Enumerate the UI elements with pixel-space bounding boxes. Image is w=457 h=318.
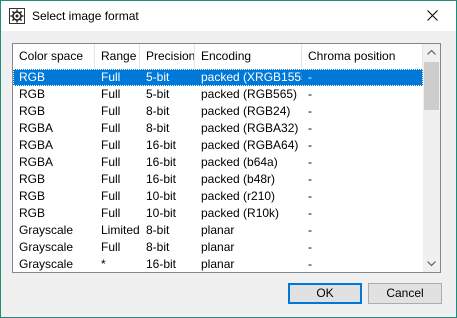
table-row[interactable]: RGBA Full 8-bit packed (RGBA32) - [13,120,423,137]
cell-color-space: RGBA [19,121,54,135]
cell-precision: 8-bit [146,240,170,254]
cell-encoding: packed (RGB24) [201,104,291,118]
table-row[interactable]: RGB Full 5-bit packed (XRGB1555) - [13,69,423,86]
column-header-chroma-position[interactable]: Chroma position [302,44,423,68]
format-list[interactable]: Color space Range Precision Encoding Chr… [12,43,441,273]
cell-color-space: RGBA [19,155,54,169]
cell-range: Full [101,189,121,203]
table-row[interactable]: RGB Full 10-bit packed (r210) - [13,188,423,205]
table-row[interactable]: RGB Full 8-bit packed (RGB24) - [13,103,423,120]
cell-encoding: packed (RGBA32) [201,121,299,135]
column-header-range[interactable]: Range [95,44,140,68]
cell-chroma-position: - [308,121,312,135]
scroll-up-button[interactable] [423,44,440,61]
cell-precision: 16-bit [146,155,177,169]
cell-chroma-position: - [308,206,312,220]
cell-range: Full [101,172,121,186]
cell-color-space: RGB [19,206,46,220]
cell-chroma-position: - [308,138,312,152]
cancel-button[interactable]: Cancel [368,283,442,304]
cell-chroma-position: - [308,172,312,186]
cell-precision: 8-bit [146,104,170,118]
cell-encoding: packed (b48r) [201,172,276,186]
list-header: Color space Range Precision Encoding Chr… [13,44,423,68]
cell-chroma-position: - [308,257,312,271]
cell-range: Limited [101,223,140,237]
table-row[interactable]: Grayscale * 16-bit planar - [13,256,423,272]
cell-chroma-position: - [308,223,312,237]
cell-precision: 16-bit [146,257,177,271]
gear-icon [9,8,25,24]
scrollbar-thumb[interactable] [424,62,439,110]
close-icon [427,10,438,21]
cell-range: * [101,257,106,271]
cell-chroma-position: - [308,189,312,203]
cell-precision: 10-bit [146,206,177,220]
table-row[interactable]: RGB Full 16-bit packed (b48r) - [13,171,423,188]
cell-precision: 16-bit [146,138,177,152]
table-row[interactable]: RGB Full 5-bit packed (RGB565) - [13,86,423,103]
cell-color-space: RGBA [19,138,54,152]
cell-encoding: packed (r210) [201,189,276,203]
cell-color-space: RGB [19,70,46,84]
cell-range: Full [101,104,121,118]
select-image-format-dialog: Select image format Color space Range Pr… [0,0,457,318]
cell-color-space: RGB [19,172,46,186]
cell-chroma-position: - [308,240,312,254]
cell-chroma-position: - [308,155,312,169]
cell-color-space: Grayscale [19,240,74,254]
cell-precision: 5-bit [146,87,170,101]
cell-chroma-position: - [308,70,312,84]
chevron-up-icon [427,50,436,55]
cell-color-space: RGB [19,104,46,118]
table-row[interactable]: Grayscale Limited 8-bit planar - [13,222,423,239]
cell-precision: 10-bit [146,189,177,203]
cell-range: Full [101,87,121,101]
table-row[interactable]: RGB Full 10-bit packed (R10k) - [13,205,423,222]
cell-precision: 8-bit [146,121,170,135]
cell-range: Full [101,206,121,220]
cell-encoding: planar [201,223,235,237]
cell-color-space: RGB [19,189,46,203]
window-title: Select image format [32,9,139,23]
ok-button[interactable]: OK [288,283,362,304]
cell-precision: 5-bit [146,70,170,84]
cell-encoding: packed (RGB565) [201,87,298,101]
cell-encoding: packed (R10k) [201,206,280,220]
cell-precision: 16-bit [146,172,177,186]
cell-range: Full [101,70,121,84]
cell-range: Full [101,240,121,254]
column-header-color-space[interactable]: Color space [13,44,95,68]
cell-range: Full [101,138,121,152]
cell-chroma-position: - [308,87,312,101]
cell-color-space: Grayscale [19,257,74,271]
cell-encoding: packed (RGBA64) [201,138,299,152]
cell-precision: 8-bit [146,223,170,237]
cell-range: Full [101,121,121,135]
cell-encoding: planar [201,240,235,254]
table-row[interactable]: RGBA Full 16-bit packed (RGBA64) - [13,137,423,154]
table-row[interactable]: RGBA Full 16-bit packed (b64a) - [13,154,423,171]
list-rows: RGB Full 5-bit packed (XRGB1555) - RGB Full 5-b… [13,69,423,272]
chevron-down-icon [427,261,436,266]
cell-color-space: RGB [19,87,46,101]
cell-encoding: packed (b64a) [201,155,278,169]
column-header-encoding[interactable]: Encoding [195,44,302,68]
column-header-precision[interactable]: Precision [140,44,195,68]
scroll-down-button[interactable] [423,255,440,272]
table-row[interactable]: Grayscale Full 8-bit planar - [13,239,423,256]
close-button[interactable] [410,1,456,31]
title-bar[interactable]: Select image format [1,1,456,31]
cell-chroma-position: - [308,104,312,118]
cell-range: Full [101,155,121,169]
cell-encoding: planar [201,257,235,271]
vertical-scrollbar[interactable] [423,44,440,272]
cell-encoding: packed (XRGB1555) [201,70,302,84]
cell-color-space: Grayscale [19,223,74,237]
